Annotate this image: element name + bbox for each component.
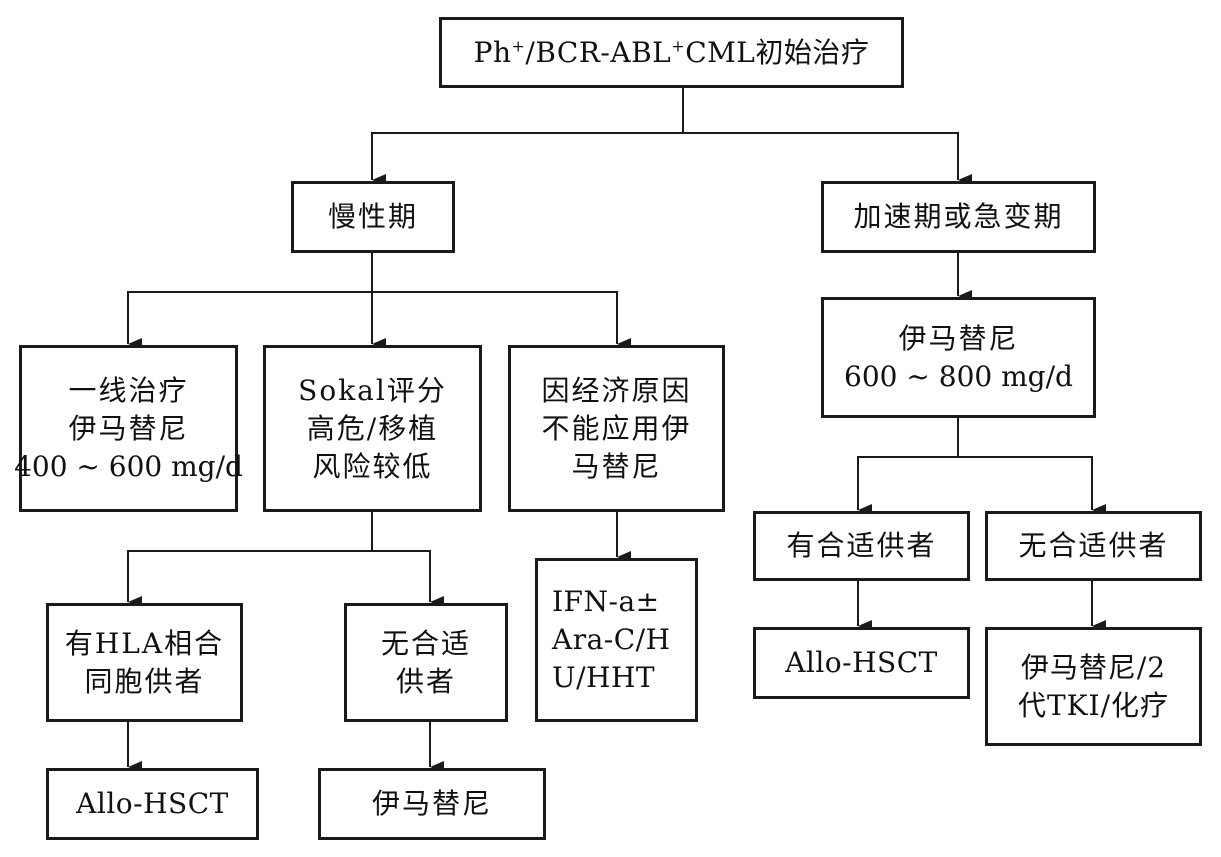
sokal-label-3: 风险较低	[312, 449, 433, 483]
edge-root-accel	[683, 132, 972, 186]
no-donor-right-node: 无合适供者	[985, 511, 1202, 581]
first-line-label-3: 400 ~ 600 mg/d	[14, 449, 243, 483]
hla-donor-label-1: 有HLA相合	[64, 626, 225, 660]
imatinib-high-dose-node: 伊马替尼 600 ~ 800 mg/d	[821, 297, 1096, 418]
economic-label-3: 马替尼	[571, 449, 662, 483]
ifn-label-2: Ara-C/H	[552, 623, 671, 656]
suitable-donor-label: 有合适供者	[786, 529, 937, 562]
edge-sokal-hla	[127, 512, 373, 608]
suitable-donor-node: 有合适供者	[753, 511, 970, 581]
allo-hsct-right-label: Allo-HSCT	[785, 646, 938, 679]
tki-right-label-1: 伊马替尼/2	[1020, 650, 1167, 684]
no-donor-left-label-2: 供者	[395, 664, 456, 698]
chronic-phase-node: 慢性期	[291, 181, 455, 253]
first-line-label-2: 伊马替尼	[68, 411, 189, 445]
accelerated-phase-label: 加速期或急变期	[853, 200, 1064, 233]
edge-chronic-economic	[372, 291, 631, 350]
tki-right-node: 伊马替尼/2 代TKI/化疗	[985, 627, 1202, 746]
ifn-label-1: IFN-a±	[552, 585, 660, 618]
economic-node: 因经济原因 不能应用伊 马替尼	[508, 345, 725, 512]
ifn-node: IFN-a± Ara-C/H U/HHT	[535, 558, 698, 722]
imatinib-high-label-1: 伊马替尼	[898, 321, 1019, 355]
chronic-phase-label: 慢性期	[327, 200, 418, 233]
edge-root-chronic	[371, 88, 684, 186]
edge-imatinib-donor	[857, 418, 959, 516]
allo-hsct-left-label: Allo-HSCT	[76, 787, 229, 820]
first-line-label-1: 一线治疗	[68, 373, 189, 407]
accelerated-phase-node: 加速期或急变期	[821, 181, 1096, 253]
economic-label-1: 因经济原因	[541, 373, 692, 407]
imatinib-left-node: 伊马替尼	[318, 768, 546, 840]
ifn-label-3: U/HHT	[552, 661, 656, 694]
economic-label-2: 不能应用伊	[541, 411, 692, 445]
imatinib-left-label: 伊马替尼	[371, 787, 492, 820]
no-donor-right-label: 无合适供者	[1018, 529, 1169, 562]
first-line-node: 一线治疗 伊马替尼 400 ~ 600 mg/d	[14, 345, 243, 512]
root-node-label: Ph+/BCR-ABL+CML初始治疗	[473, 35, 870, 69]
no-donor-left-node: 无合适 供者	[344, 603, 508, 722]
tki-right-label-2: 代TKI/化疗	[1017, 688, 1170, 722]
hla-donor-node: 有HLA相合 同胞供者	[46, 603, 243, 722]
edge-imatinib-nodonor	[958, 456, 1106, 516]
sokal-label-2: 高危/移植	[306, 411, 439, 445]
hla-donor-label-2: 同胞供者	[84, 664, 205, 698]
sokal-node: Sokal评分 高危/移植 风险较低	[263, 345, 482, 512]
root-node: Ph+/BCR-ABL+CML初始治疗	[439, 17, 904, 88]
allo-hsct-left-node: Allo-HSCT	[46, 768, 259, 840]
edge-chronic-firstline	[127, 253, 373, 350]
allo-hsct-right-node: Allo-HSCT	[753, 627, 970, 699]
no-donor-left-label-1: 无合适	[380, 626, 471, 660]
imatinib-high-label-2: 600 ~ 800 mg/d	[844, 359, 1073, 393]
sokal-label-1: Sokal评分	[298, 373, 447, 407]
edge-sokal-nodonor	[372, 550, 444, 608]
